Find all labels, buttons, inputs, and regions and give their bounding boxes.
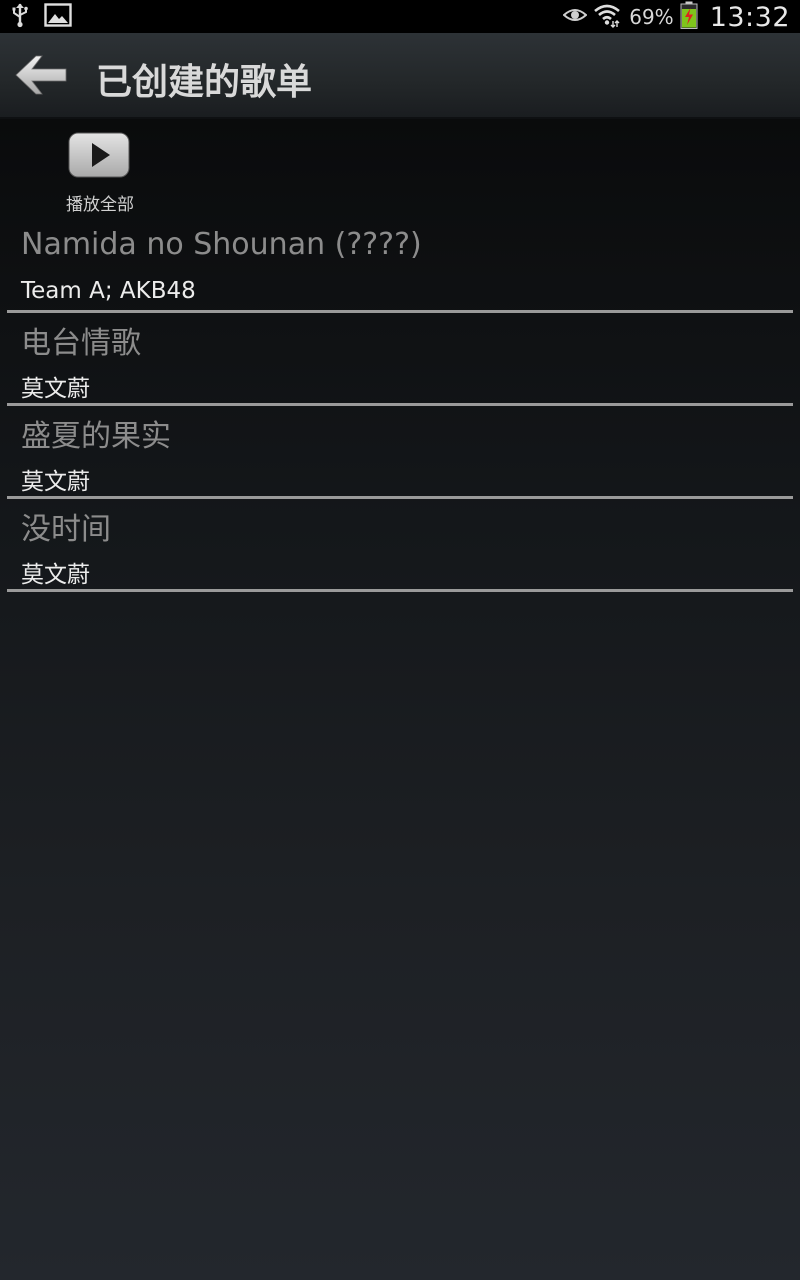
- play-all-button[interactable]: 播放全部: [50, 126, 150, 218]
- play-all-label: 播放全部: [66, 195, 134, 215]
- song-artist: 莫文蔚: [21, 562, 90, 588]
- song-list: Namida no Shounan (????) Team A; AKB48 电…: [7, 222, 793, 592]
- list-item[interactable]: Namida no Shounan (????) Team A; AKB48: [7, 222, 793, 313]
- song-title: 没时间: [21, 512, 111, 547]
- song-artist: 莫文蔚: [21, 376, 90, 402]
- battery-charging-icon: [680, 1, 698, 33]
- battery-percent: 69%: [629, 5, 674, 29]
- status-left-icons: [10, 2, 72, 32]
- clock: 13:32: [709, 1, 790, 33]
- list-item[interactable]: 盛夏的果实 莫文蔚: [7, 406, 793, 499]
- back-button[interactable]: [10, 49, 72, 105]
- list-item[interactable]: 没时间 莫文蔚: [7, 499, 793, 592]
- image-notification-icon: [44, 3, 72, 31]
- song-title: Namida no Shounan (????): [21, 227, 422, 262]
- song-title: 电台情歌: [21, 326, 141, 361]
- page-title: 已创建的歌单: [96, 62, 313, 103]
- eye-icon: [562, 6, 588, 28]
- back-arrow-icon: [14, 53, 68, 101]
- song-title: 盛夏的果实: [21, 419, 171, 454]
- status-right-icons: 69% 13:32: [562, 1, 790, 33]
- song-artist: 莫文蔚: [21, 469, 90, 495]
- action-bar: 已创建的歌单: [0, 33, 800, 119]
- play-icon: [68, 132, 130, 178]
- usb-icon: [10, 2, 30, 32]
- song-artist: Team A; AKB48: [21, 278, 196, 304]
- list-item[interactable]: 电台情歌 莫文蔚: [7, 313, 793, 406]
- wifi-icon: [593, 2, 621, 32]
- status-bar: 69% 13:32: [0, 0, 800, 33]
